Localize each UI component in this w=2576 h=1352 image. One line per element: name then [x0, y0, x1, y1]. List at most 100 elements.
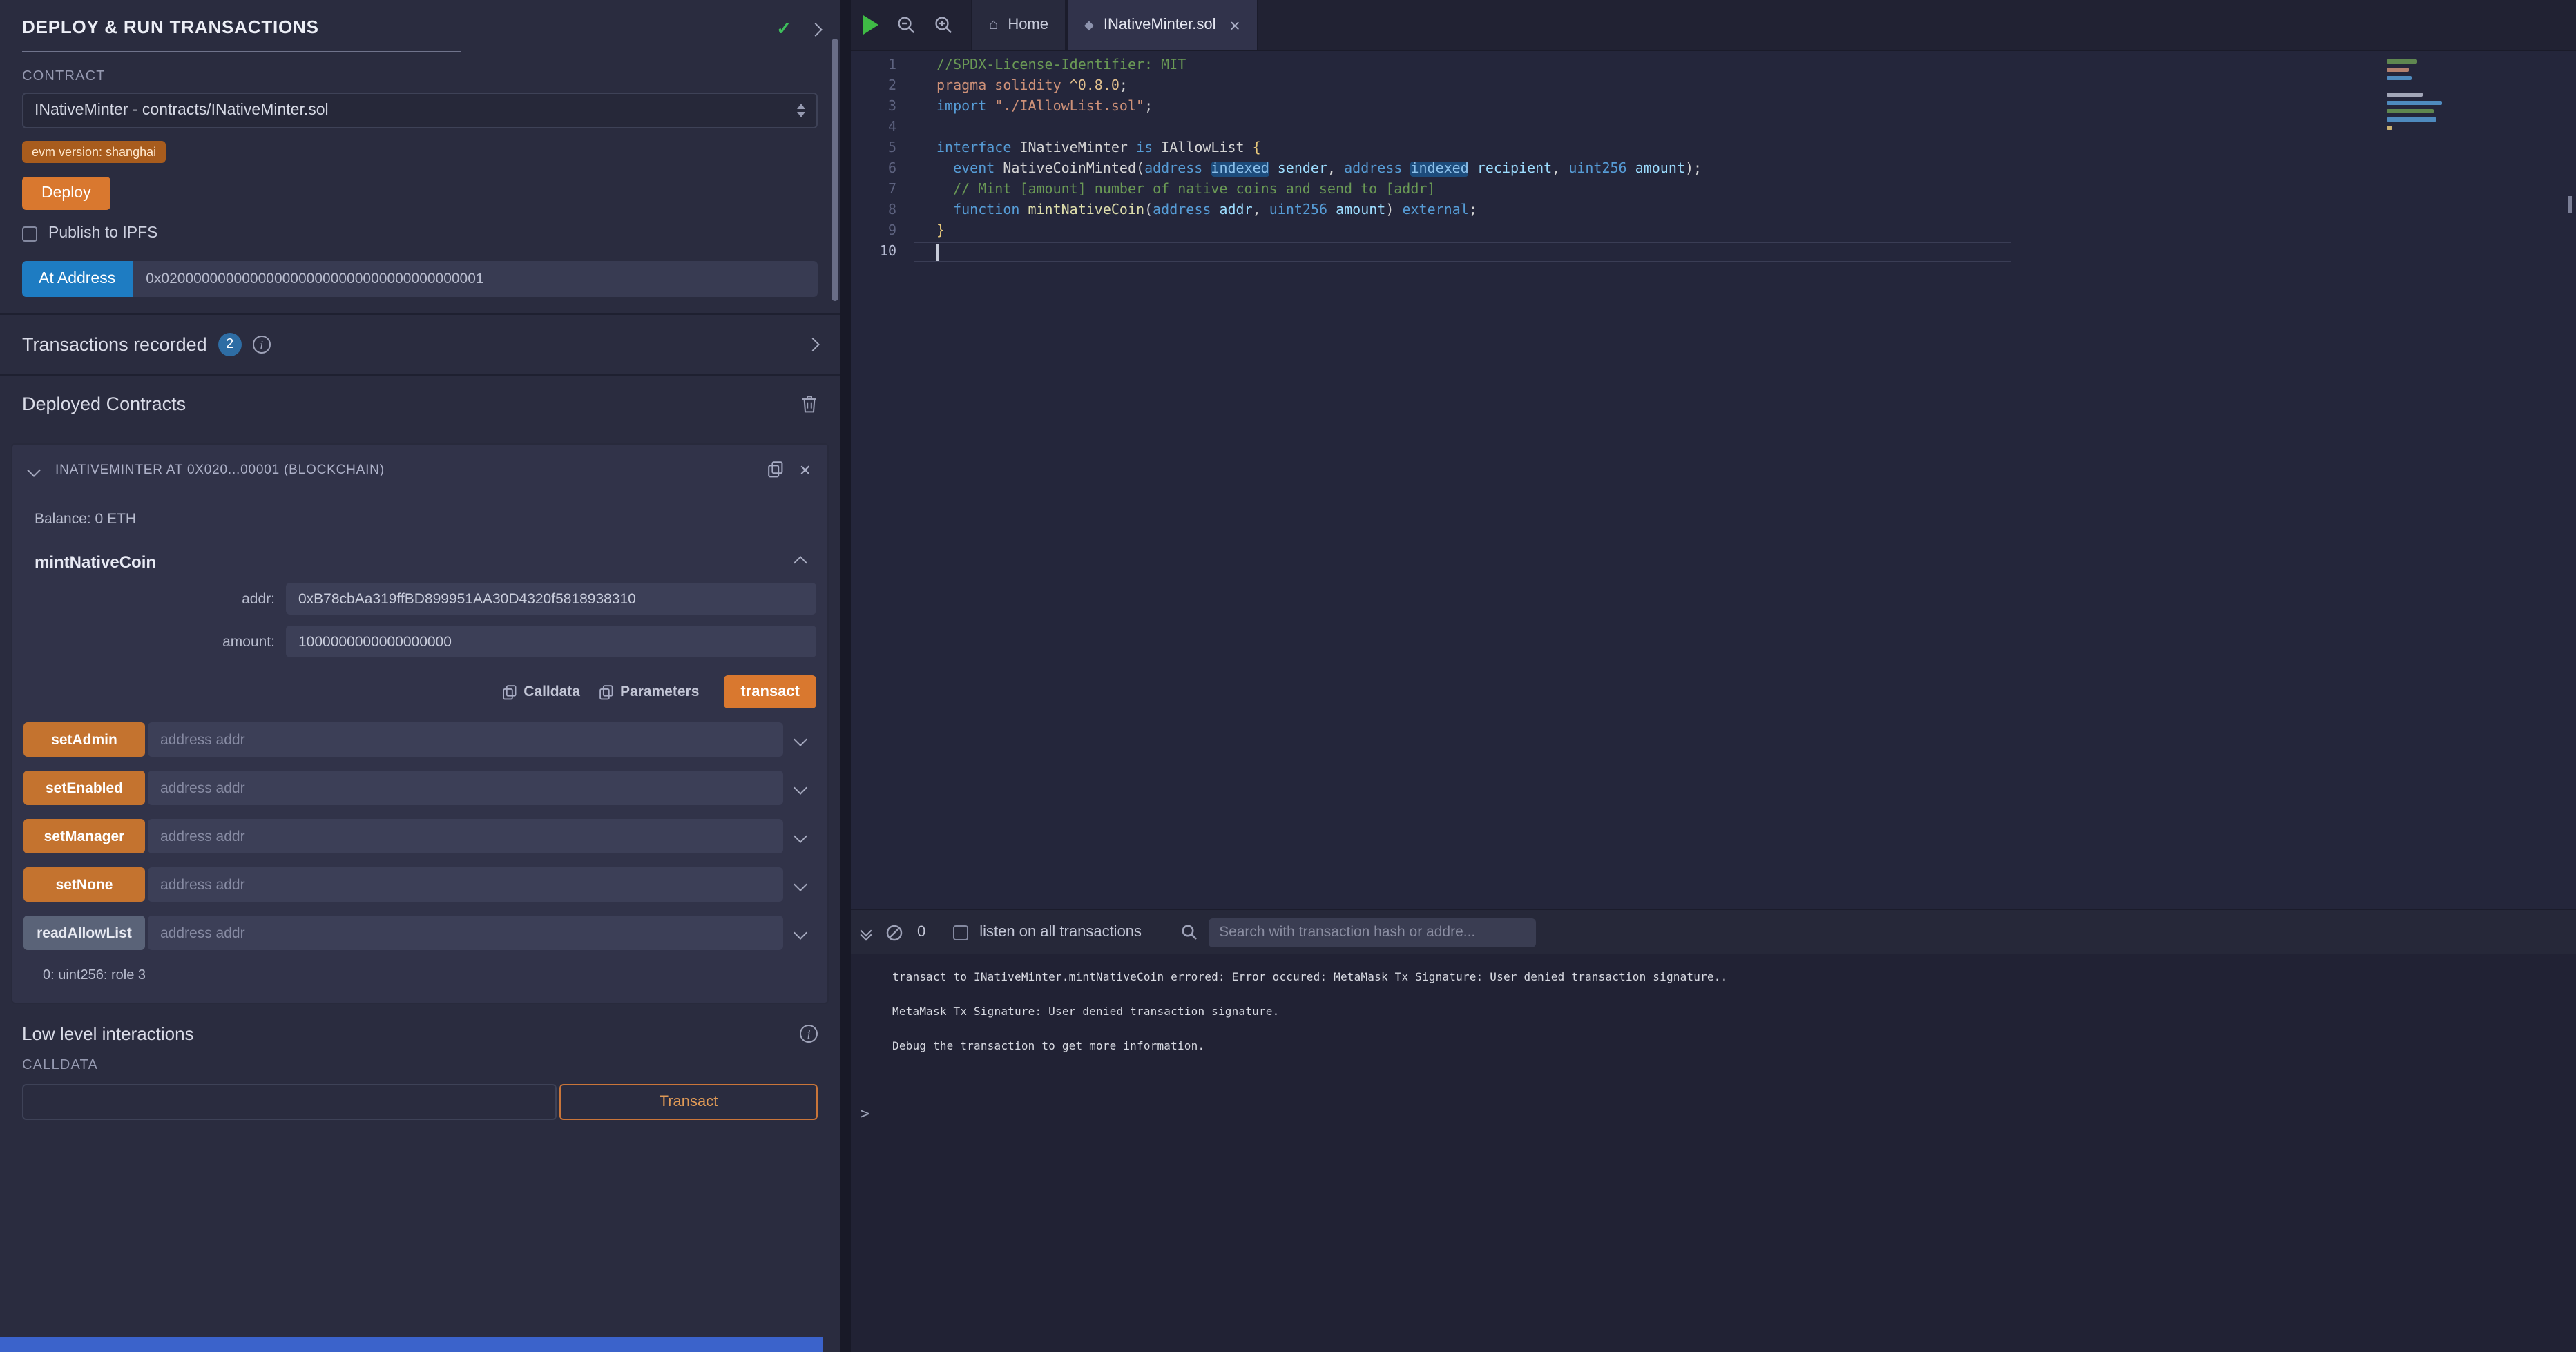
chevron-down-icon[interactable]: [783, 831, 816, 841]
tab-home-label: Home: [1008, 17, 1048, 33]
readAllowList-input[interactable]: [148, 916, 783, 950]
tab-home[interactable]: ⌂ Home: [971, 0, 1066, 50]
code-line[interactable]: [914, 117, 2576, 138]
chevron-up-icon[interactable]: [794, 555, 807, 569]
scrollbar-thumb[interactable]: [832, 39, 838, 301]
contract-select[interactable]: INativeMinter - contracts/INativeMinter.…: [22, 93, 818, 128]
setManager-button[interactable]: setManager: [23, 819, 145, 853]
transactions-recorded-row[interactable]: Transactions recorded 2 i: [0, 315, 840, 374]
transact-button[interactable]: transact: [724, 675, 816, 708]
publish-ipfs-label: Publish to IPFS: [48, 225, 158, 242]
tab-inativeminter[interactable]: ◆ INativeMinter.sol ×: [1066, 0, 1258, 50]
setNone-input[interactable]: [148, 867, 783, 902]
search-icon: [1180, 924, 1197, 940]
function-row-setNone: setNone: [23, 867, 816, 902]
chevron-down-icon[interactable]: [783, 735, 816, 744]
evm-version-badge: evm version: shanghai: [22, 141, 166, 163]
deploy-button[interactable]: Deploy: [22, 177, 110, 210]
zoom-out-icon[interactable]: [896, 15, 916, 35]
setAdmin-input[interactable]: [148, 722, 783, 757]
chevron-right-icon[interactable]: [806, 338, 820, 351]
chevron-down-icon[interactable]: [783, 880, 816, 889]
at-address-button[interactable]: At Address: [22, 261, 132, 297]
setEnabled-input[interactable]: [148, 771, 783, 805]
terminal-prompt[interactable]: >: [851, 1074, 2576, 1123]
code-line[interactable]: }: [914, 221, 2576, 242]
panel-header: DEPLOY & RUN TRANSACTIONS ✓: [0, 0, 840, 52]
close-tab-icon[interactable]: ×: [1229, 15, 1240, 35]
panel-title: DEPLOY & RUN TRANSACTIONS: [22, 17, 461, 52]
code-line[interactable]: //SPDX-License-Identifier: MIT: [914, 55, 2576, 76]
editor-gutter: 12345678910: [851, 51, 914, 909]
chevron-down-icon[interactable]: [27, 463, 41, 476]
minimap-line: [2387, 109, 2434, 113]
terminal-log: transact to INativeMinter.mintNativeCoin…: [851, 954, 2576, 1074]
parameters-copy-button[interactable]: Parameters: [599, 684, 699, 700]
contract-select-value: INativeMinter - contracts/INativeMinter.…: [35, 102, 329, 119]
terminal-log-line: transact to INativeMinter.mintNativeCoin…: [892, 971, 2576, 983]
mintnativecoin-actions: Calldata Parameters transact: [23, 675, 816, 708]
copy-icon[interactable]: [768, 461, 783, 478]
publish-ipfs-row: Publish to IPFS: [22, 225, 818, 242]
function-row-setManager: setManager: [23, 819, 816, 853]
mintnativecoin-title: mintNativeCoin: [35, 552, 156, 572]
publish-ipfs-checkbox[interactable]: [22, 226, 37, 241]
chevron-down-icon[interactable]: [783, 928, 816, 938]
setAdmin-button[interactable]: setAdmin: [23, 722, 145, 757]
function-row-setAdmin: setAdmin: [23, 722, 816, 757]
transactions-recorded-label: Transactions recorded: [22, 334, 207, 355]
run-script-play-button[interactable]: [863, 15, 878, 35]
remix-ide: DEPLOY & RUN TRANSACTIONS ✓ CONTRACT INa…: [0, 0, 2576, 1352]
copy-icon: [599, 684, 613, 699]
mintnativecoin-header[interactable]: mintNativeCoin: [23, 528, 816, 572]
code-line[interactable]: function mintNativeCoin(address addr, ui…: [914, 200, 2576, 221]
setNone-button[interactable]: setNone: [23, 867, 145, 902]
minimap-line: [2387, 68, 2409, 72]
panel-resize-handle[interactable]: [840, 0, 851, 1352]
calldata-copy-button[interactable]: Calldata: [503, 684, 580, 700]
code-line[interactable]: pragma solidity ^0.8.0;: [914, 76, 2576, 97]
listen-transactions-checkbox[interactable]: [953, 925, 968, 940]
setEnabled-button[interactable]: setEnabled: [23, 771, 145, 805]
terminal-search: [1180, 918, 1535, 947]
amount-field-input[interactable]: [286, 626, 816, 657]
zoom-in-icon[interactable]: [934, 15, 953, 35]
chevron-right-icon[interactable]: [809, 22, 823, 36]
chevron-down-icon[interactable]: [783, 783, 816, 793]
line-number: 10: [851, 242, 914, 262]
at-address-group: At Address: [22, 261, 818, 297]
code-editor[interactable]: 12345678910 //SPDX-License-Identifier: M…: [851, 51, 2576, 909]
collapse-terminal-icon[interactable]: [862, 926, 870, 938]
code-line[interactable]: event NativeCoinMinted(address indexed s…: [914, 159, 2576, 180]
terminal-search-input[interactable]: [1208, 918, 1535, 947]
close-icon[interactable]: ×: [800, 460, 811, 479]
minimap-line: [2387, 93, 2423, 97]
calldata-row: Transact: [22, 1084, 818, 1120]
terminal: 0 listen on all transactions transact to…: [851, 909, 2576, 1352]
code-line[interactable]: // Mint [amount] number of native coins …: [914, 180, 2576, 200]
listen-transactions-label: listen on all transactions: [979, 924, 1142, 940]
clear-console-icon[interactable]: [885, 923, 903, 941]
low-level-transact-button[interactable]: Transact: [559, 1084, 818, 1120]
setManager-input[interactable]: [148, 819, 783, 853]
deployed-contract-card-header[interactable]: INATIVEMINTER AT 0X020...00001 (BLOCKCHA…: [12, 445, 827, 494]
calldata-label: CALLDATA: [22, 1058, 818, 1073]
minimap[interactable]: [2387, 59, 2442, 134]
amount-field-label: amount:: [23, 633, 286, 650]
parameters-copy-label: Parameters: [620, 684, 699, 700]
function-row-readAllowList: readAllowList: [23, 916, 816, 950]
terminal-log-line: MetaMask Tx Signature: User denied trans…: [892, 1005, 2576, 1018]
code-line[interactable]: import "./IAllowList.sol";: [914, 97, 2576, 117]
addr-field-label: addr:: [23, 590, 286, 607]
call-output: 0: uint256: role 3: [23, 950, 816, 983]
trash-icon[interactable]: [801, 395, 818, 413]
line-number: 8: [851, 200, 914, 221]
pending-tx-count: 0: [917, 924, 925, 940]
readAllowList-button[interactable]: readAllowList: [23, 916, 145, 950]
addr-field-input[interactable]: [286, 583, 816, 615]
code-line[interactable]: [914, 242, 2011, 262]
code-line[interactable]: interface INativeMinter is IAllowList {: [914, 138, 2576, 159]
at-address-input[interactable]: [132, 261, 818, 297]
line-number: 2: [851, 76, 914, 97]
calldata-input[interactable]: [22, 1084, 557, 1120]
